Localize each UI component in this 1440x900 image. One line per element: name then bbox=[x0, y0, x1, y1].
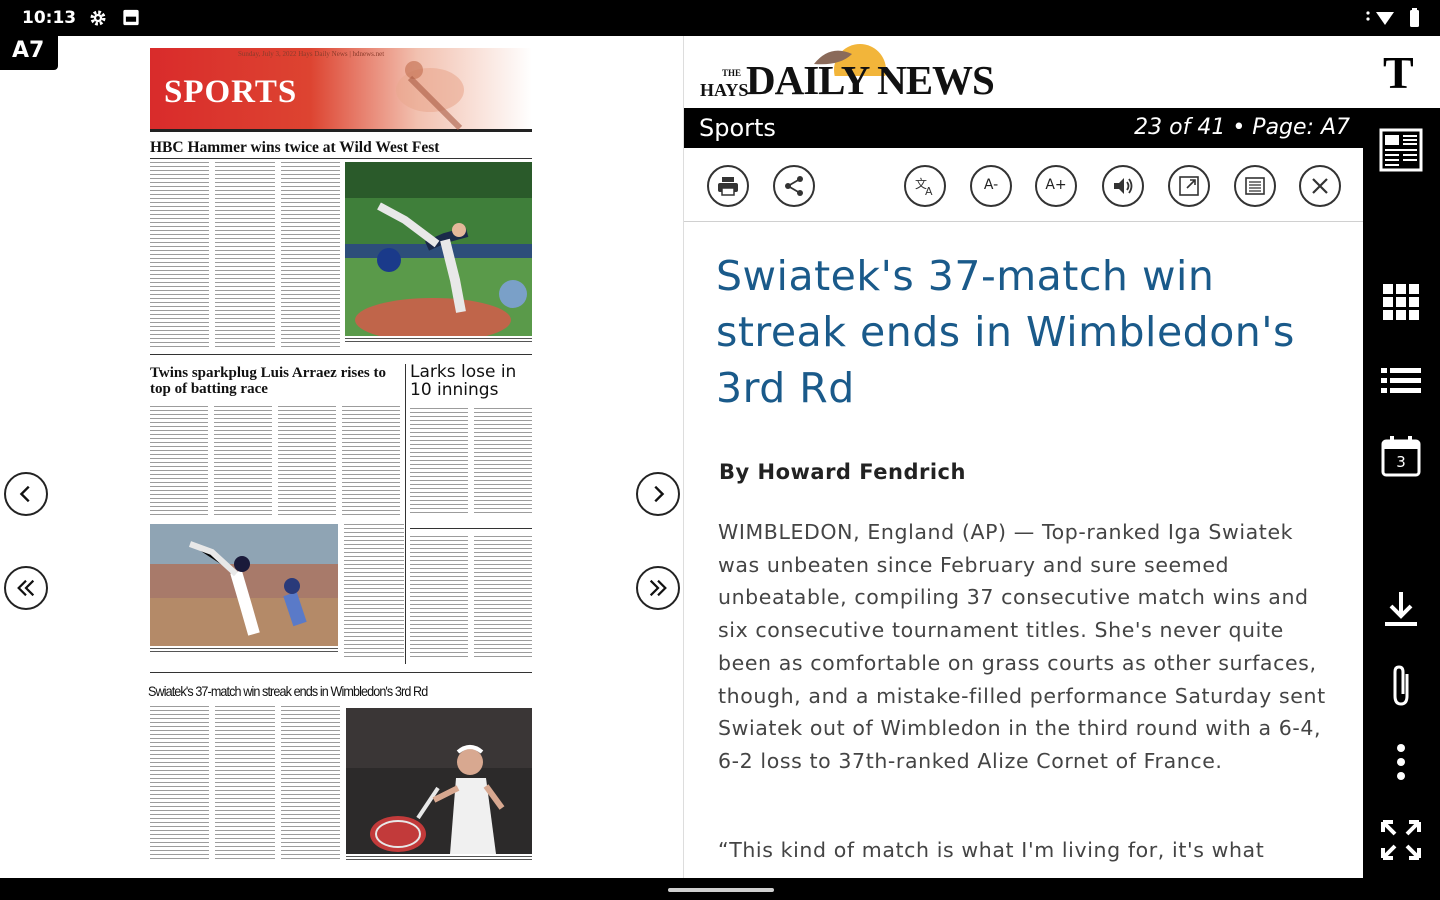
right-toolbar: T 3 bbox=[1363, 36, 1440, 878]
status-bar: 10:13 bbox=[0, 0, 1440, 36]
article-body: WIMBLEDON, England (AP) — Top-ranked Iga… bbox=[718, 520, 1326, 773]
baseball-batter-photo bbox=[150, 524, 338, 646]
settings-gear-icon bbox=[90, 10, 106, 26]
story-3-text-columns bbox=[410, 408, 532, 516]
story-2-text-columns-lower bbox=[344, 524, 404, 660]
article-body-continued: “This kind of match is what I'm living f… bbox=[718, 838, 1265, 862]
masthead-name: DAILY NEWS bbox=[746, 57, 995, 103]
speaker-icon bbox=[1114, 178, 1133, 194]
masthead-hays: HAYS bbox=[700, 80, 749, 100]
share-button[interactable] bbox=[773, 165, 815, 207]
masthead-logo: THE HAYS DAILY NEWS bbox=[698, 42, 995, 104]
story-4-text-columns bbox=[410, 536, 532, 660]
photo-caption bbox=[345, 338, 532, 343]
newspaper-headline-1[interactable]: HBC Hammer wins twice at Wild West Fest bbox=[150, 139, 439, 156]
article-counter: 23 of 41 • Page: A7 bbox=[1134, 115, 1350, 140]
tennis-player-photo bbox=[346, 708, 532, 854]
expand-article-button[interactable] bbox=[1168, 165, 1210, 207]
page-view-button[interactable] bbox=[1234, 165, 1276, 207]
story-2-text-columns bbox=[150, 406, 400, 518]
previous-page-button[interactable] bbox=[4, 566, 48, 610]
double-chevron-right-icon bbox=[649, 579, 667, 597]
article-headline: Swiatek's 37-match win streak ends in Wi… bbox=[716, 252, 1295, 412]
athlete-graphic bbox=[396, 61, 464, 131]
translate-button[interactable]: 文 A bbox=[904, 165, 946, 207]
newspaper-page-view[interactable]: Sunday, July 3, 2022 Hays Daily News | h… bbox=[148, 44, 534, 870]
increase-font-button[interactable]: A+ bbox=[1035, 165, 1077, 207]
rule bbox=[150, 158, 532, 159]
attachment-icon[interactable] bbox=[1379, 664, 1423, 708]
banner-word: SPORTS bbox=[164, 74, 298, 110]
close-article-button[interactable] bbox=[1299, 165, 1341, 207]
masthead-the: THE bbox=[722, 68, 742, 78]
decrease-font-button[interactable]: A- bbox=[970, 165, 1012, 207]
page-layout-icon[interactable] bbox=[1379, 128, 1423, 172]
newspaper-icon bbox=[1245, 177, 1265, 195]
chevron-left-icon bbox=[19, 485, 30, 503]
print-button[interactable] bbox=[707, 165, 749, 207]
photo-caption bbox=[150, 648, 338, 653]
share-icon bbox=[785, 176, 803, 196]
baseball-pitcher-photo bbox=[345, 162, 532, 336]
list-view-icon[interactable] bbox=[1379, 358, 1423, 402]
newspaper-headline-3[interactable]: Larks lose in 10 innings bbox=[410, 363, 534, 400]
more-options-icon[interactable] bbox=[1379, 740, 1423, 784]
notification-icon bbox=[123, 9, 139, 26]
text-mode-label: T bbox=[1383, 47, 1414, 98]
sports-section-banner: Sunday, July 3, 2022 Hays Daily News | h… bbox=[150, 48, 532, 132]
rule bbox=[410, 528, 532, 529]
increase-font-label: A+ bbox=[1045, 177, 1067, 193]
article-byline: By Howard Fendrich bbox=[719, 460, 966, 484]
story-5-text-columns bbox=[150, 706, 340, 862]
next-page-button[interactable] bbox=[636, 566, 680, 610]
translate-icon: 文 A bbox=[915, 176, 933, 198]
section-header-bar: Sports 23 of 41 • Page: A7 bbox=[684, 108, 1363, 148]
text-mode-button[interactable]: T bbox=[1363, 36, 1440, 108]
newspaper-headline-4[interactable]: Swiatek's 37-match win streak ends in Wi… bbox=[148, 684, 495, 699]
home-gesture-handle[interactable] bbox=[668, 888, 774, 892]
double-chevron-left-icon bbox=[17, 579, 35, 597]
previous-article-button[interactable] bbox=[4, 472, 48, 516]
rule bbox=[150, 354, 532, 355]
calendar-button[interactable]: 3 bbox=[1379, 434, 1423, 478]
grid-view-icon[interactable] bbox=[1379, 280, 1423, 324]
wifi-battery-icon bbox=[1366, 8, 1419, 27]
download-icon[interactable] bbox=[1379, 588, 1423, 632]
story-1-text-columns bbox=[150, 162, 340, 348]
status-time: 10:13 bbox=[22, 8, 77, 28]
fullscreen-icon[interactable] bbox=[1379, 818, 1423, 862]
article-toolbar: 文 A A- A+ bbox=[684, 148, 1363, 222]
rule bbox=[405, 364, 406, 664]
newspaper-headline-2[interactable]: Twins sparkplug Luis Arraez rises to top… bbox=[150, 365, 400, 398]
rule bbox=[150, 672, 532, 673]
read-aloud-button[interactable] bbox=[1102, 165, 1144, 207]
decrease-font-label: A- bbox=[983, 177, 999, 193]
expand-icon bbox=[1179, 176, 1199, 196]
printer-icon bbox=[718, 177, 738, 196]
chevron-right-icon bbox=[654, 485, 665, 503]
photo-caption bbox=[346, 856, 532, 861]
svg-text:A: A bbox=[925, 185, 933, 198]
section-title: Sports bbox=[699, 114, 776, 142]
next-article-button[interactable] bbox=[636, 472, 680, 516]
close-icon bbox=[1312, 178, 1328, 194]
calendar-day: 3 bbox=[1396, 453, 1406, 471]
page-number-tag: A7 bbox=[0, 36, 58, 70]
article-reader-pane: THE HAYS DAILY NEWS Sports 23 of 41 • Pa… bbox=[683, 36, 1363, 878]
